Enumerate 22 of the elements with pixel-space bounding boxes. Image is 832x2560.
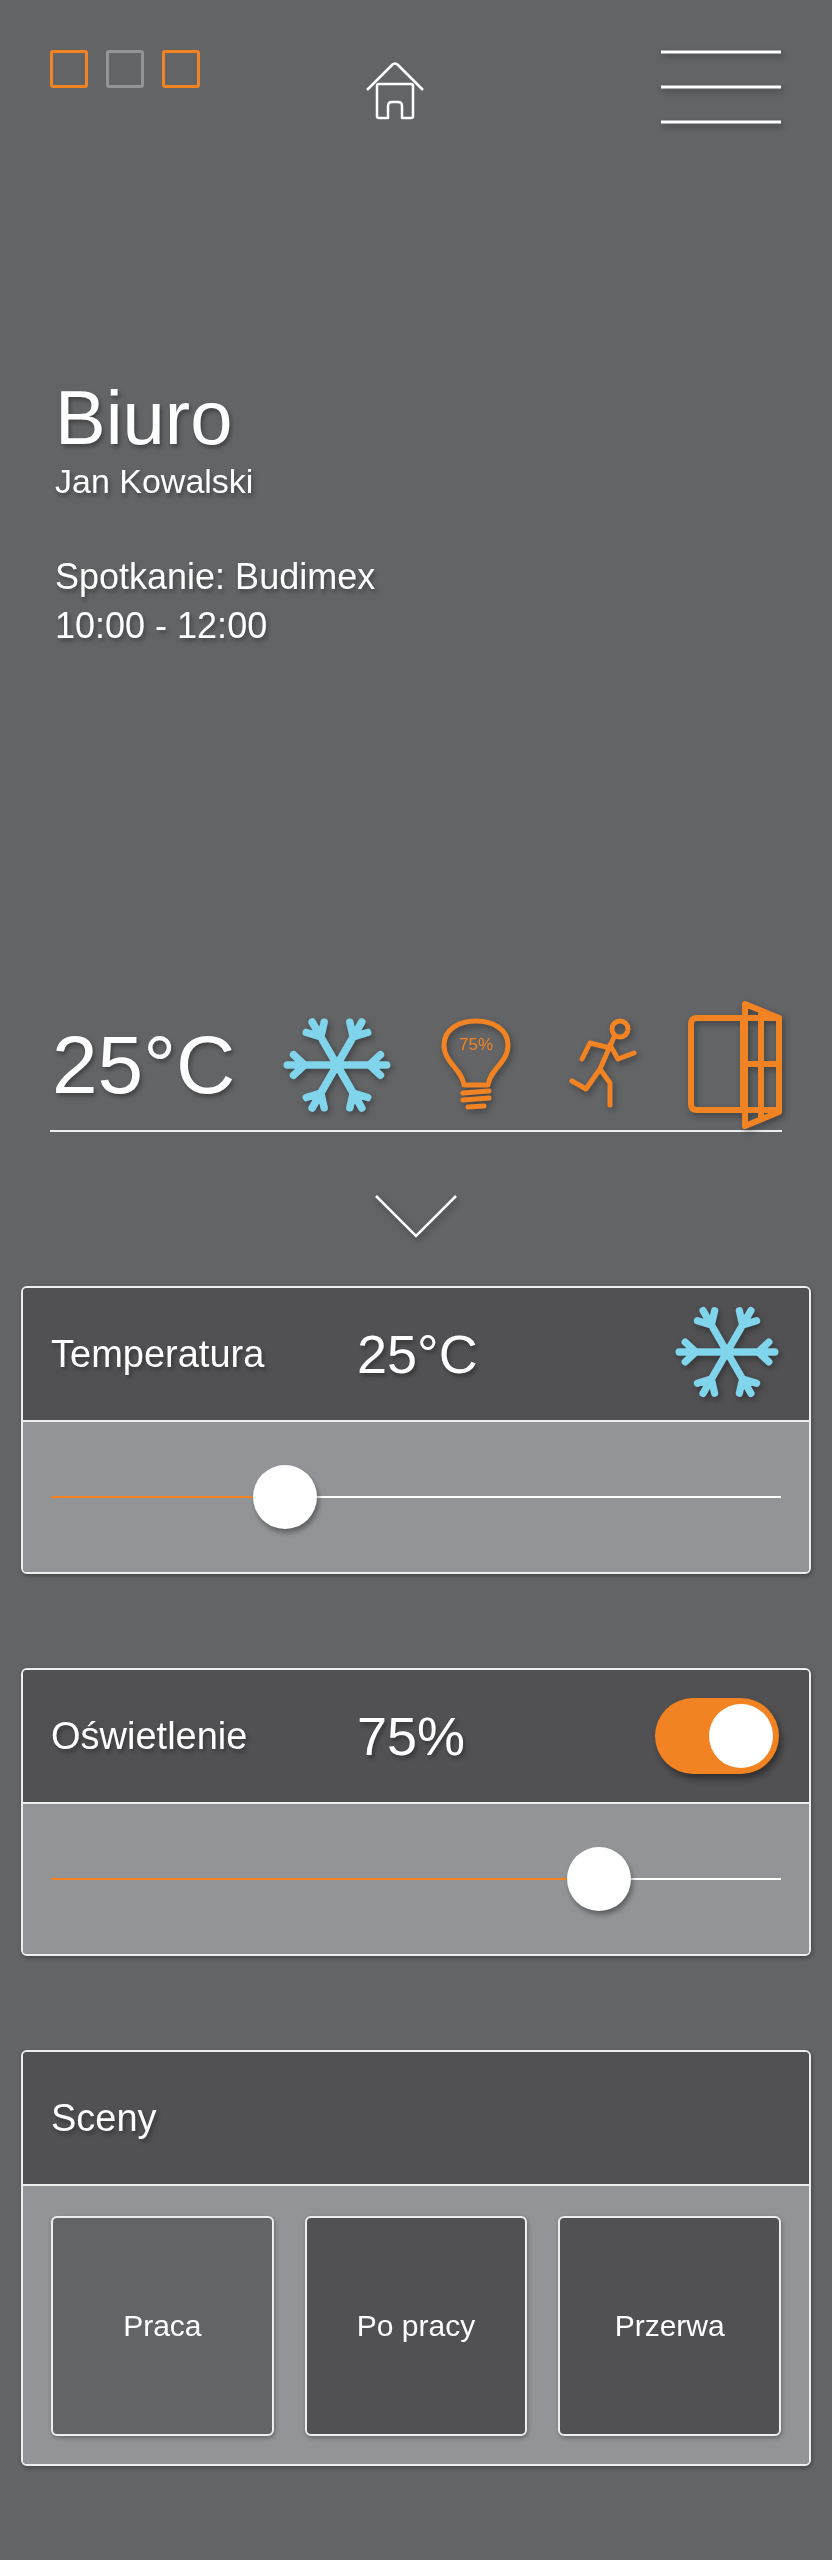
- slider[interactable]: [51, 1464, 781, 1530]
- light-level-label: 75%: [458, 1035, 495, 1055]
- person-name: Jan Kowalski: [55, 462, 255, 501]
- temperature-value: 25°C: [357, 1323, 478, 1385]
- slider-thumb[interactable]: [252, 1465, 317, 1529]
- chevron-down-icon[interactable]: [374, 1194, 458, 1238]
- scene-button[interactable]: Praca: [51, 2216, 274, 2436]
- temperature-reading: 25°C: [52, 1018, 236, 1112]
- menu-icon[interactable]: [660, 50, 782, 126]
- panel-title: Sceny: [51, 2096, 158, 2140]
- scene-button[interactable]: Po pracy: [304, 2216, 528, 2436]
- panel-title: Temperatura: [51, 1332, 266, 1376]
- room-name: Biuro: [55, 380, 234, 456]
- scene-button[interactable]: Przerwa: [558, 2216, 781, 2436]
- slider[interactable]: [51, 1846, 781, 1912]
- toggle-switch[interactable]: [655, 1698, 779, 1774]
- meeting-time: 10:00 - 12:00: [55, 603, 269, 648]
- meeting-title: Spotkanie: Budimex: [55, 555, 377, 599]
- slider-thumb[interactable]: [566, 1847, 631, 1911]
- panel-title: Oświetlenie: [51, 1714, 249, 1758]
- home-icon[interactable]: [365, 62, 425, 120]
- lighting-value: 75%: [357, 1705, 466, 1767]
